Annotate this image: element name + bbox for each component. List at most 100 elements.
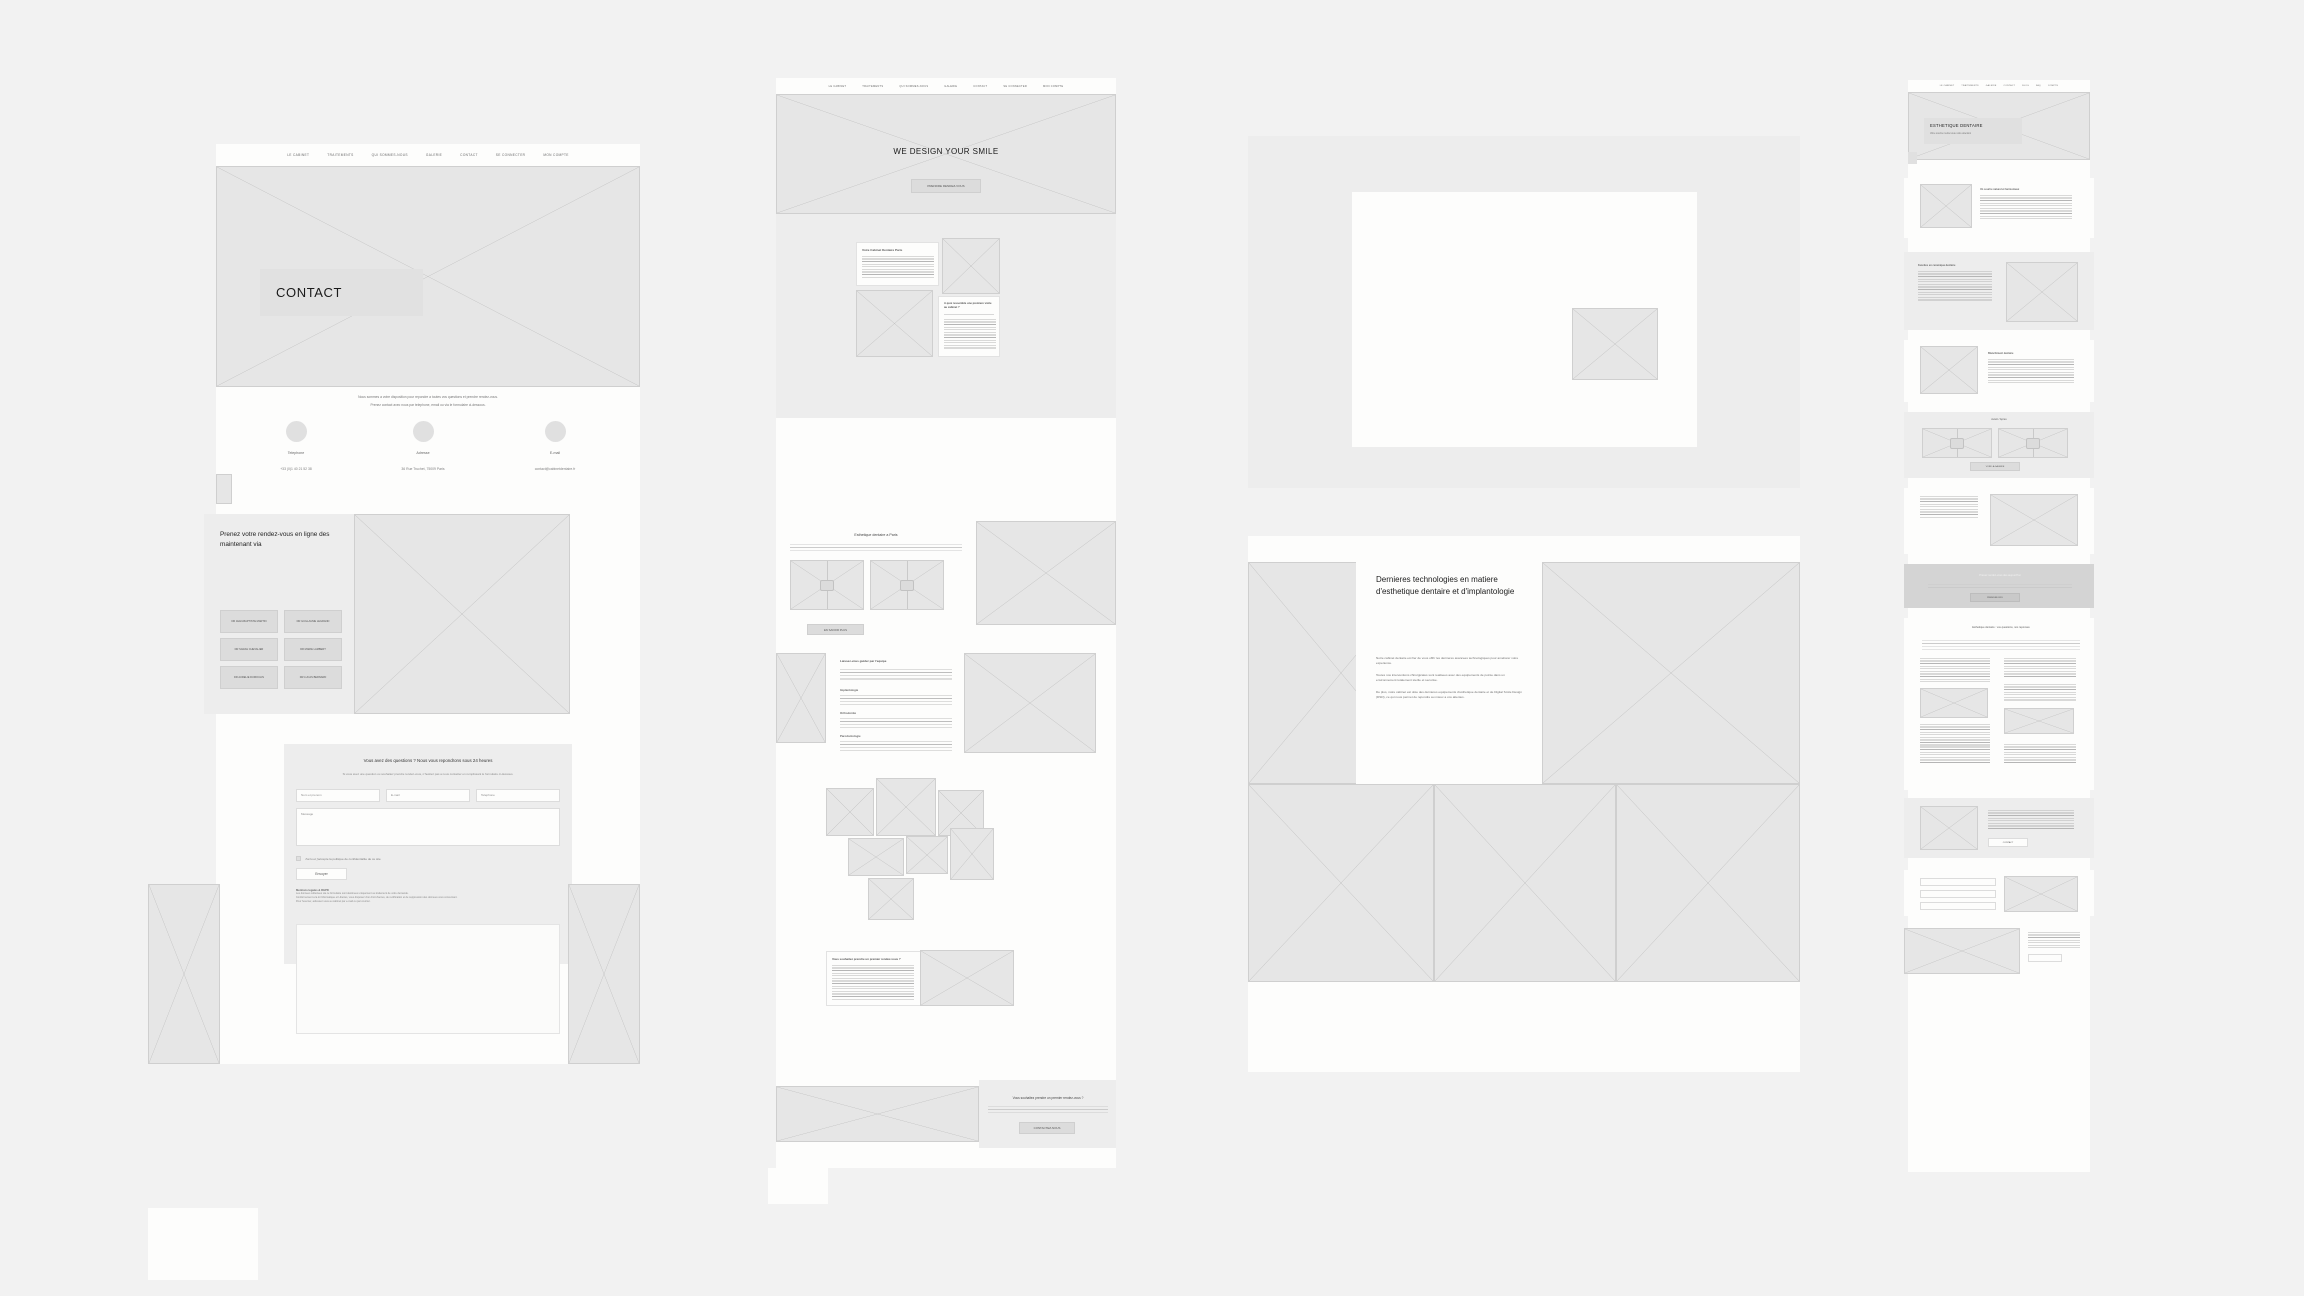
mobile-footer-cta[interactable] xyxy=(2028,954,2062,962)
mobile-split-lines xyxy=(1920,496,1978,518)
mobile-faq-title: Esthetique dentaire : vos questions, nos… xyxy=(1972,626,2030,629)
home-blog-image xyxy=(920,950,1014,1006)
mobile-nav-item-galerie[interactable]: GALERIE xyxy=(1986,85,1997,87)
home-about-title: Votre Cabinet Dentaire Paris xyxy=(862,248,903,252)
mobile-nav-item-compte[interactable]: COMPTE xyxy=(2048,85,2058,87)
contact-value-adresse[interactable]: 36 Rue Truchet, 75009 Paris xyxy=(363,467,483,471)
mobile-lower-cta-label: CONTACT xyxy=(2002,841,2014,844)
contact-intro-line-1: Nous sommes a votre disposition pour rep… xyxy=(358,395,498,399)
consent-checkbox[interactable] xyxy=(296,856,301,861)
mobile-cta-title: Prenez rendez-vous des aujourd'hui xyxy=(1979,574,2021,577)
mobile-navbar[interactable]: LE CABINET TRAITEMENTS GALERIE CONTACT B… xyxy=(1908,80,2090,92)
home-team-image-1 xyxy=(826,788,874,836)
mobile-nav-item-traitements[interactable]: TRAITEMENTS xyxy=(1961,85,1978,87)
mobile-contact-field-3[interactable] xyxy=(1920,902,1996,910)
booking-doctor-label-0: DR JEAN-BAPTISTE MARTIN xyxy=(231,619,267,623)
nav-item-galerie[interactable]: GALERIE xyxy=(426,153,442,157)
home-treatment-item-1: Orthodontie xyxy=(840,711,857,715)
home-nav-item-se-connecter[interactable]: SE CONNECTER xyxy=(1003,85,1027,88)
booking-doctor-label-3: DR MARIE LAMBERT xyxy=(300,647,326,651)
nav-item-contact[interactable]: CONTACT xyxy=(460,153,478,157)
mobile-nav-item-faq[interactable]: FAQ xyxy=(2036,85,2041,87)
contact-item-email: E-mail contact@cabinetdentaire.fr xyxy=(500,421,610,471)
booking-doctor-2[interactable]: DR SARAH CHEVALIER xyxy=(220,638,278,661)
home-treatments-side-image xyxy=(964,653,1096,753)
home-nav-item-traitements[interactable]: TRAITEMENTS xyxy=(862,85,883,88)
booking-side-image xyxy=(354,514,570,714)
home-about-body-lines xyxy=(862,256,934,278)
contact-hero-title-box: CONTACT xyxy=(260,269,423,316)
map-pin-icon xyxy=(412,421,434,442)
play-icon[interactable] xyxy=(900,579,914,591)
mobile-nav-item-blog[interactable]: BLOG xyxy=(2022,85,2029,87)
contact-value-telephone[interactable]: +33 (0)1 40 21 52 38 xyxy=(246,467,346,471)
home-hero-cta[interactable]: PRENDRE RENDEZ-VOUS xyxy=(911,179,981,193)
form-submit-button[interactable]: Envoyer xyxy=(296,868,347,880)
nav-item-mon-compte[interactable]: MON COMPTE xyxy=(543,153,568,157)
home-footer-cta-label: CONTACTEZ-NOUS xyxy=(1033,1126,1061,1130)
home-treatment-item-0: Implantologie xyxy=(840,688,859,692)
booking-doctor-1[interactable]: DR GUILLAUME LEGRAND xyxy=(284,610,342,633)
desktop-feature-image-right xyxy=(1542,562,1800,784)
mobile-contact-image xyxy=(2004,876,2078,912)
form-field-telephone[interactable]: Telephone xyxy=(476,789,560,802)
form-field-telephone-label: Telephone xyxy=(481,793,495,797)
mobile-gallery-cta[interactable]: VOIR LA GALERIE xyxy=(1970,462,2020,471)
home-aside-card: A quoi ressemble une premiere visite au … xyxy=(938,296,1000,357)
mobile-gallery-image-2[interactable] xyxy=(1998,428,2068,458)
contact-footer-strip xyxy=(148,1208,258,1280)
play-icon[interactable] xyxy=(820,579,834,591)
booking-doctor-3[interactable]: DR MARIE LAMBERT xyxy=(284,638,342,661)
home-video-title: Esthetique dentaire a Paris xyxy=(854,533,898,537)
mobile-faq-image-right xyxy=(2004,708,2074,734)
contact-navbar[interactable]: LE CABINET TRAITEMENTS QUI SOMMES-NOUS G… xyxy=(216,144,640,166)
nav-item-qui-sommes-nous[interactable]: QUI SOMMES-NOUS xyxy=(372,153,408,157)
mobile-nav-item-contact[interactable]: CONTACT xyxy=(2004,85,2016,87)
nav-item-le-cabinet[interactable]: LE CABINET xyxy=(287,153,309,157)
home-aside-title: A quoi ressemble une premiere visite au … xyxy=(944,302,992,309)
play-icon[interactable] xyxy=(1950,437,1964,449)
home-video-body-lines xyxy=(790,544,962,552)
home-treatment-image xyxy=(776,653,826,743)
form-field-message[interactable]: Message xyxy=(296,808,560,846)
form-field-email[interactable]: E-mail xyxy=(386,789,470,802)
home-video-cta[interactable]: EN SAVOIR PLUS xyxy=(807,624,864,635)
booking-doctor-4[interactable]: DR AURELIE DUMOULIN xyxy=(220,666,278,689)
home-video-thumb-1[interactable] xyxy=(790,560,864,610)
home-nav-item-contact[interactable]: CONTACT xyxy=(973,85,987,88)
desktop-feature-paragraph-1: Toutes nos interventions chirurgicales s… xyxy=(1376,673,1505,682)
mobile-gallery-cta-label: VOIR LA GALERIE xyxy=(1985,465,2005,468)
home-team-image-2 xyxy=(876,778,936,836)
booking-doctor-label-1: DR GUILLAUME LEGRAND xyxy=(296,619,330,623)
mobile-blanchiment-text: Blanchiment dentaire Un traitement doux … xyxy=(1988,352,2080,383)
home-treatments-title: Laissez-vous guider par l'equipe xyxy=(840,659,887,663)
home-nav-item-le-cabinet[interactable]: LE CABINET xyxy=(829,85,847,88)
mail-icon xyxy=(544,421,566,442)
contact-value-email[interactable]: contact@cabinetdentaire.fr xyxy=(500,467,610,471)
booking-doctor-5[interactable]: DR LUCAS BERNARD xyxy=(284,666,342,689)
home-nav-item-galerie[interactable]: GALERIE xyxy=(944,85,957,88)
form-submit-label: Envoyer xyxy=(315,872,328,876)
play-icon[interactable] xyxy=(2026,437,2040,449)
mobile-lower-cta[interactable]: CONTACT xyxy=(1988,838,2028,847)
footer-wing-right xyxy=(568,884,640,1064)
mobile-blanchiment-lines xyxy=(1988,359,2074,383)
contact-map[interactable] xyxy=(296,924,560,1034)
mobile-facettes-text: Facettes en ceramique dentaire Les facet… xyxy=(1918,264,1998,301)
nav-item-se-connecter[interactable]: SE CONNECTER xyxy=(496,153,526,157)
mobile-contact-field-2[interactable] xyxy=(1920,890,1996,898)
mobile-contact-field-1[interactable] xyxy=(1920,878,1996,886)
home-footer-cta-button[interactable]: CONTACTEZ-NOUS xyxy=(1019,1122,1075,1134)
booking-doctor-label-2: DR SARAH CHEVALIER xyxy=(234,647,264,651)
mobile-nav-item-le-cabinet[interactable]: LE CABINET xyxy=(1940,85,1955,87)
home-navbar[interactable]: LE CABINET TRAITEMENTS QUI SOMMES-NOUS G… xyxy=(776,78,1116,94)
home-video-thumb-2[interactable] xyxy=(870,560,944,610)
nav-item-traitements[interactable]: TRAITEMENTS xyxy=(327,153,353,157)
booking-doctor-0[interactable]: DR JEAN-BAPTISTE MARTIN xyxy=(220,610,278,633)
home-footer-cta-lines xyxy=(988,1106,1108,1113)
home-nav-item-qui-sommes-nous[interactable]: QUI SOMMES-NOUS xyxy=(899,85,928,88)
home-nav-item-mon-compte[interactable]: MON COMPTE xyxy=(1043,85,1063,88)
mobile-cta-button[interactable]: PRENDRE RDV xyxy=(1970,593,2020,602)
form-field-nom-prenom[interactable]: Nom et prenom xyxy=(296,789,380,802)
mobile-gallery-image-1[interactable] xyxy=(1922,428,1992,458)
